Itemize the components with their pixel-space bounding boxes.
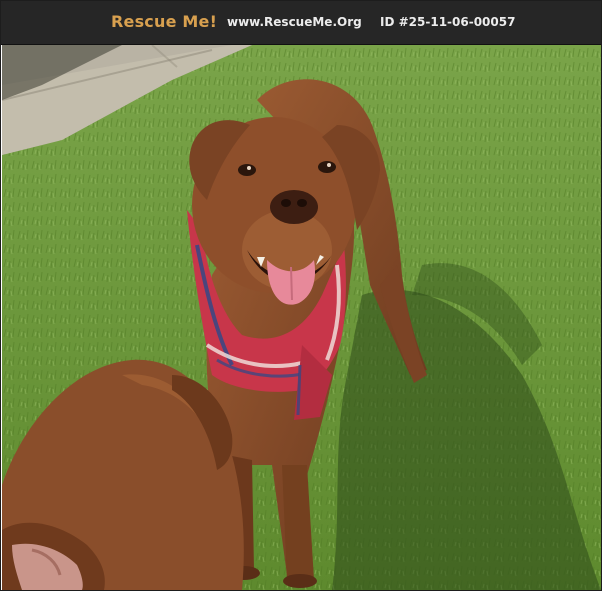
- pet-id-label: ID #25-11-06-00057: [380, 15, 516, 29]
- dog-photo-illustration: [2, 45, 601, 590]
- site-link[interactable]: www.RescueMe.Org: [227, 15, 362, 29]
- pet-photo: [2, 45, 601, 590]
- header-bar: Rescue Me! www.RescueMe.Org ID #25-11-06…: [1, 1, 601, 45]
- brand-logo[interactable]: Rescue Me!: [111, 12, 217, 31]
- page-frame: Rescue Me! www.RescueMe.Org ID #25-11-06…: [0, 0, 602, 591]
